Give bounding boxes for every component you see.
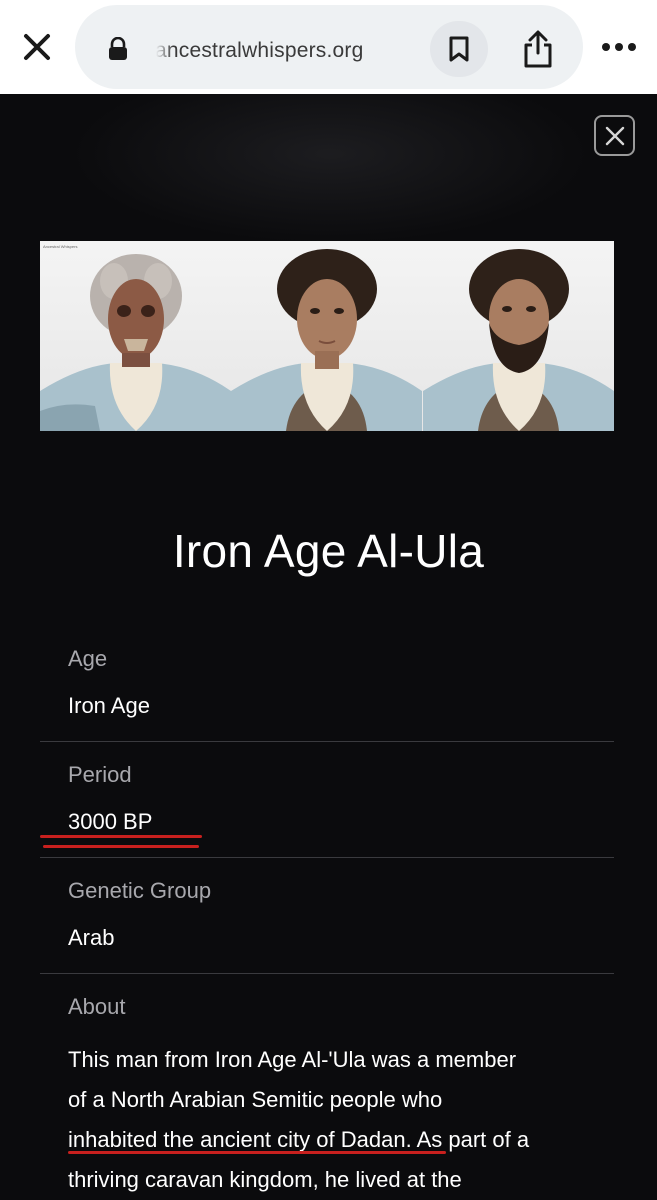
close-x-icon [24, 34, 50, 60]
more-options-button[interactable] [598, 33, 640, 61]
bearded-panel [422, 241, 614, 431]
url-text: ancestralwhispers.org [155, 39, 364, 62]
lock-icon [109, 37, 127, 60]
about-line: thriving caravan kingdom, he lived at th… [68, 1167, 462, 1192]
genetic-group-label: Genetic Group [68, 878, 212, 903]
close-tab-button[interactable] [18, 28, 56, 66]
red-underline-annotation [43, 845, 199, 848]
more-dots-icon [602, 43, 636, 51]
share-icon [524, 30, 552, 68]
clean-shaven-panel [231, 241, 423, 431]
divider [40, 741, 614, 742]
divider [40, 973, 614, 974]
address-bar[interactable]: ancestralwhispers.org [75, 5, 583, 89]
about-text: This man from Iron Age Al-'Ula was a mem… [68, 1040, 608, 1200]
page-title: Iron Age Al-Ula [172, 525, 485, 577]
image-credit: Ancestral Whispers [43, 244, 78, 249]
about-label: About [68, 994, 126, 1019]
close-icon [605, 126, 624, 145]
skull-reconstruction-panel: Ancestral Whispers [40, 241, 232, 431]
bearded-figure-illustration [422, 249, 614, 431]
period-label: Period [68, 762, 132, 787]
bookmark-button[interactable] [430, 21, 488, 77]
about-line: inhabited the ancient city of Dadan. As … [68, 1127, 530, 1152]
age-value: Iron Age [68, 693, 150, 718]
browser-toolbar: ancestralwhispers.org [0, 0, 657, 94]
divider [40, 857, 614, 858]
modal-close-button[interactable] [594, 115, 635, 156]
url-fade [153, 33, 173, 65]
clean-shaven-figure-illustration [231, 249, 423, 431]
genetic-group-value: Arab [68, 925, 115, 950]
about-line: of a North Arabian Semitic people who [68, 1087, 443, 1112]
red-underline-annotation [68, 1151, 446, 1154]
bookmark-icon [449, 36, 469, 62]
share-button[interactable] [513, 23, 563, 75]
red-underline-annotation [40, 835, 202, 838]
ancestor-modal: Ancestral Whispers Iron Age Al-Ula Age I… [0, 94, 657, 1200]
background-glow [70, 94, 590, 244]
about-line: This man from Iron Age Al-'Ula was a mem… [68, 1047, 517, 1072]
facial-reconstruction-image: Ancestral Whispers [40, 241, 614, 431]
age-label: Age [68, 646, 108, 671]
skull-figure-illustration [40, 254, 231, 431]
period-value: 3000 BP [68, 809, 153, 834]
